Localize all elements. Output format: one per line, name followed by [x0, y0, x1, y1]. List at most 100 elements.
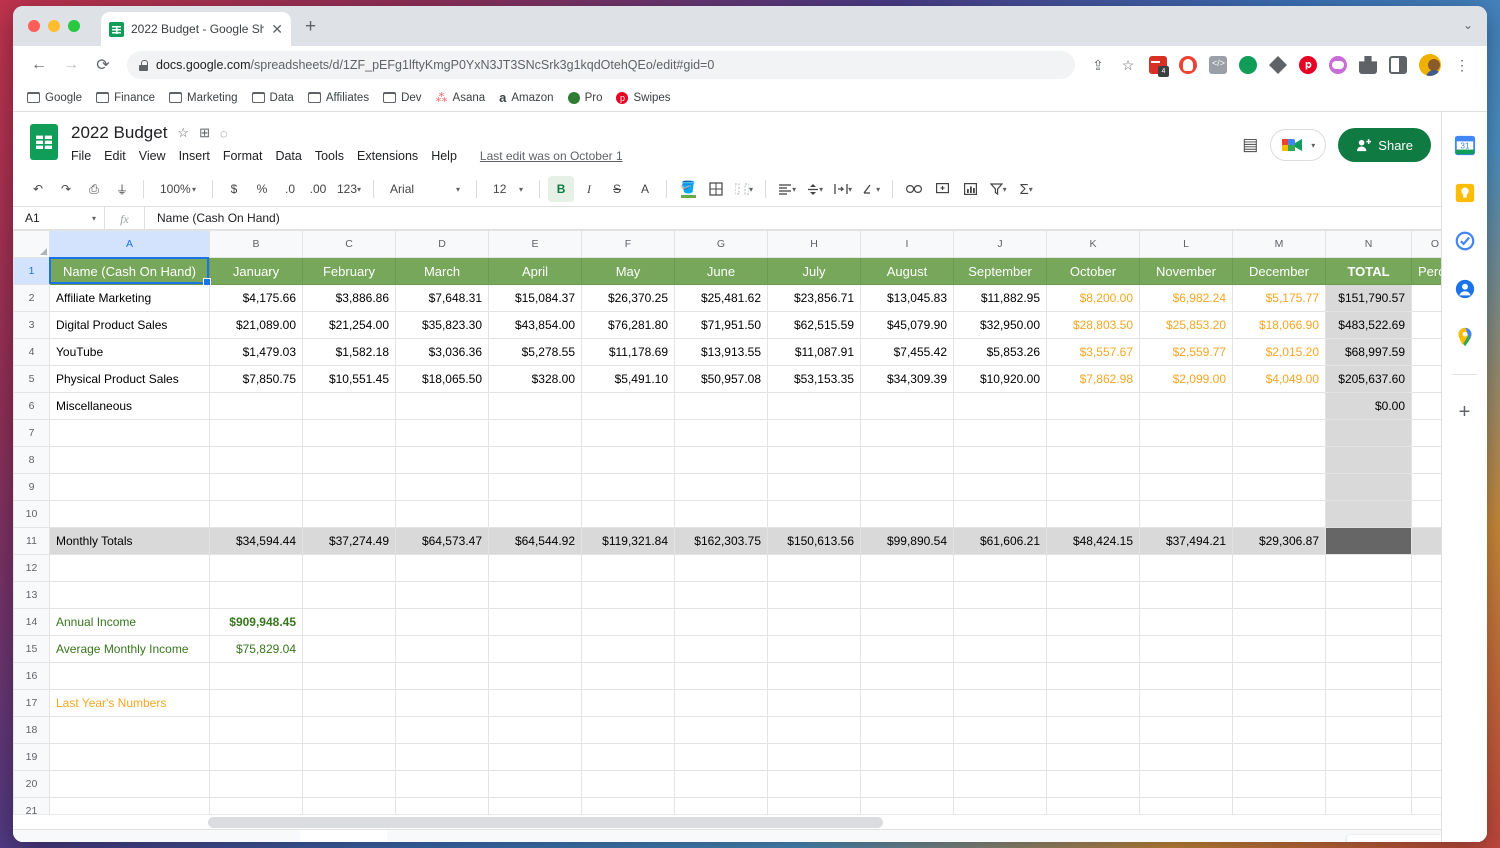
cell-month-value[interactable]: $1,479.03 [209, 338, 303, 366]
cell-monthly-total[interactable]: $29,306.87 [1232, 527, 1326, 555]
grid-cell[interactable] [1232, 770, 1326, 798]
italic-button[interactable]: I [576, 176, 602, 202]
cell-monthly-total[interactable]: $64,544.92 [488, 527, 582, 555]
grid-cell[interactable] [302, 797, 396, 814]
grid-cell[interactable] [1325, 554, 1412, 582]
row-header-4[interactable]: 4 [13, 338, 50, 366]
grid-cell[interactable] [581, 581, 675, 609]
grid-cell[interactable] [488, 770, 582, 798]
ext-puzzle-icon[interactable] [1359, 56, 1377, 74]
grid-cell[interactable] [488, 581, 582, 609]
grid-cell[interactable] [860, 635, 954, 663]
cell-month-value[interactable]: $28,803.50 [1046, 311, 1140, 339]
header-cell-h[interactable]: July [767, 257, 861, 285]
cell-month-value[interactable] [209, 500, 303, 528]
cell-month-value[interactable]: $50,957.08 [674, 365, 768, 393]
minimize-window-button[interactable] [48, 20, 60, 32]
cell-month-value[interactable]: $3,036.36 [395, 338, 489, 366]
grid-cell[interactable] [302, 716, 396, 744]
cell-month-value[interactable]: $11,882.95 [953, 284, 1047, 312]
grid-cell[interactable] [767, 662, 861, 690]
cell-month-value[interactable] [860, 392, 954, 420]
grid-cell[interactable] [674, 554, 768, 582]
grid-cell[interactable] [1046, 581, 1140, 609]
row-header-12[interactable]: 12 [13, 554, 50, 582]
grid-cell[interactable] [860, 743, 954, 771]
row-header-18[interactable]: 18 [13, 716, 50, 744]
cell-month-value[interactable]: $5,491.10 [581, 365, 675, 393]
menu-view[interactable]: View [139, 149, 166, 163]
cell-monthly-total[interactable]: $37,274.49 [302, 527, 396, 555]
cell-summary-value[interactable] [209, 689, 303, 717]
cell-month-value[interactable]: $7,455.42 [860, 338, 954, 366]
cell-month-value[interactable] [488, 500, 582, 528]
row-header-5[interactable]: 5 [13, 365, 50, 393]
add-sheet-button[interactable]: + [23, 836, 55, 842]
grid-cell[interactable] [488, 797, 582, 814]
cell-month-value[interactable] [953, 392, 1047, 420]
merge-cells-button[interactable]: ▾ [731, 176, 757, 202]
grid-cell[interactable] [674, 581, 768, 609]
cell-total[interactable] [1325, 500, 1412, 528]
cell-monthly-total[interactable]: $48,424.15 [1046, 527, 1140, 555]
grid-cell[interactable] [49, 662, 210, 690]
header-cell-b[interactable]: January [209, 257, 303, 285]
grid-cell[interactable] [1325, 581, 1412, 609]
cell-month-value[interactable]: $2,099.00 [1139, 365, 1233, 393]
bookmark-swipes[interactable]: p Swipes [616, 91, 671, 104]
grid-cell[interactable] [1325, 635, 1412, 663]
cell-label[interactable]: Affiliate Marketing [49, 284, 210, 312]
grid-cell[interactable] [488, 662, 582, 690]
google-meet-button[interactable]: ▾ [1270, 129, 1327, 161]
cell-month-value[interactable]: $8,200.00 [1046, 284, 1140, 312]
grid-cell[interactable] [860, 770, 954, 798]
cell-month-value[interactable]: $5,853.26 [953, 338, 1047, 366]
cell-month-value[interactable] [953, 500, 1047, 528]
grid-cell[interactable] [953, 689, 1047, 717]
cell-month-value[interactable] [302, 419, 396, 447]
grid-cell[interactable] [1046, 554, 1140, 582]
borders-button[interactable] [703, 176, 729, 202]
column-header-j[interactable]: J [953, 230, 1047, 258]
grid-cell[interactable] [860, 716, 954, 744]
insert-chart-button[interactable] [957, 176, 983, 202]
cell-month-value[interactable]: $23,856.71 [767, 284, 861, 312]
cell-month-value[interactable]: $6,982.24 [1139, 284, 1233, 312]
new-tab-button[interactable]: + [305, 16, 316, 38]
cell-month-value[interactable] [209, 419, 303, 447]
cell-total[interactable] [1325, 419, 1412, 447]
cell-month-value[interactable] [488, 473, 582, 501]
bookmark-dev[interactable]: Dev [383, 92, 422, 104]
sheet-tab-profit-first[interactable]: Profit First▾ [391, 830, 492, 843]
cell-month-value[interactable] [674, 500, 768, 528]
row-header-15[interactable]: 15 [13, 635, 50, 663]
cell-label[interactable] [49, 473, 210, 501]
grid-cell[interactable] [1046, 797, 1140, 814]
cell-monthly-total[interactable]: $34,594.44 [209, 527, 303, 555]
grid-cell[interactable] [674, 635, 768, 663]
cell-month-value[interactable]: $2,559.77 [1139, 338, 1233, 366]
functions-button[interactable]: Σ ▾ [1013, 176, 1039, 202]
column-header-a[interactable]: A [49, 230, 210, 258]
cell-monthly-total[interactable]: $37,494.21 [1139, 527, 1233, 555]
grid-cell[interactable] [581, 554, 675, 582]
sheet-table[interactable]: A B C D E F G H I J K L M N O 1 Name (Cash On Hand) Janua… [13, 230, 1459, 814]
header-cell-l[interactable]: November [1139, 257, 1233, 285]
grid-cell[interactable] [1325, 770, 1412, 798]
cell-monthly-total[interactable]: $162,303.75 [674, 527, 768, 555]
fill-color-button[interactable]: 🪣 [675, 176, 701, 202]
grid-cell[interactable] [860, 689, 954, 717]
row-header-17[interactable]: 17 [13, 689, 50, 717]
cell-month-value[interactable] [1139, 446, 1233, 474]
grid-cell[interactable] [209, 716, 303, 744]
cell-total[interactable] [1325, 473, 1412, 501]
select-all-corner[interactable] [13, 230, 50, 258]
name-box[interactable]: A1 ▾ [13, 207, 105, 229]
grid-cell[interactable] [49, 581, 210, 609]
grid-cell[interactable] [767, 743, 861, 771]
column-header-b[interactable]: B [209, 230, 303, 258]
share-button[interactable]: Share [1338, 128, 1431, 162]
grid-cell[interactable] [1325, 797, 1412, 814]
grid-cell[interactable] [860, 554, 954, 582]
cell-summary-value[interactable]: $909,948.45 [209, 608, 303, 636]
